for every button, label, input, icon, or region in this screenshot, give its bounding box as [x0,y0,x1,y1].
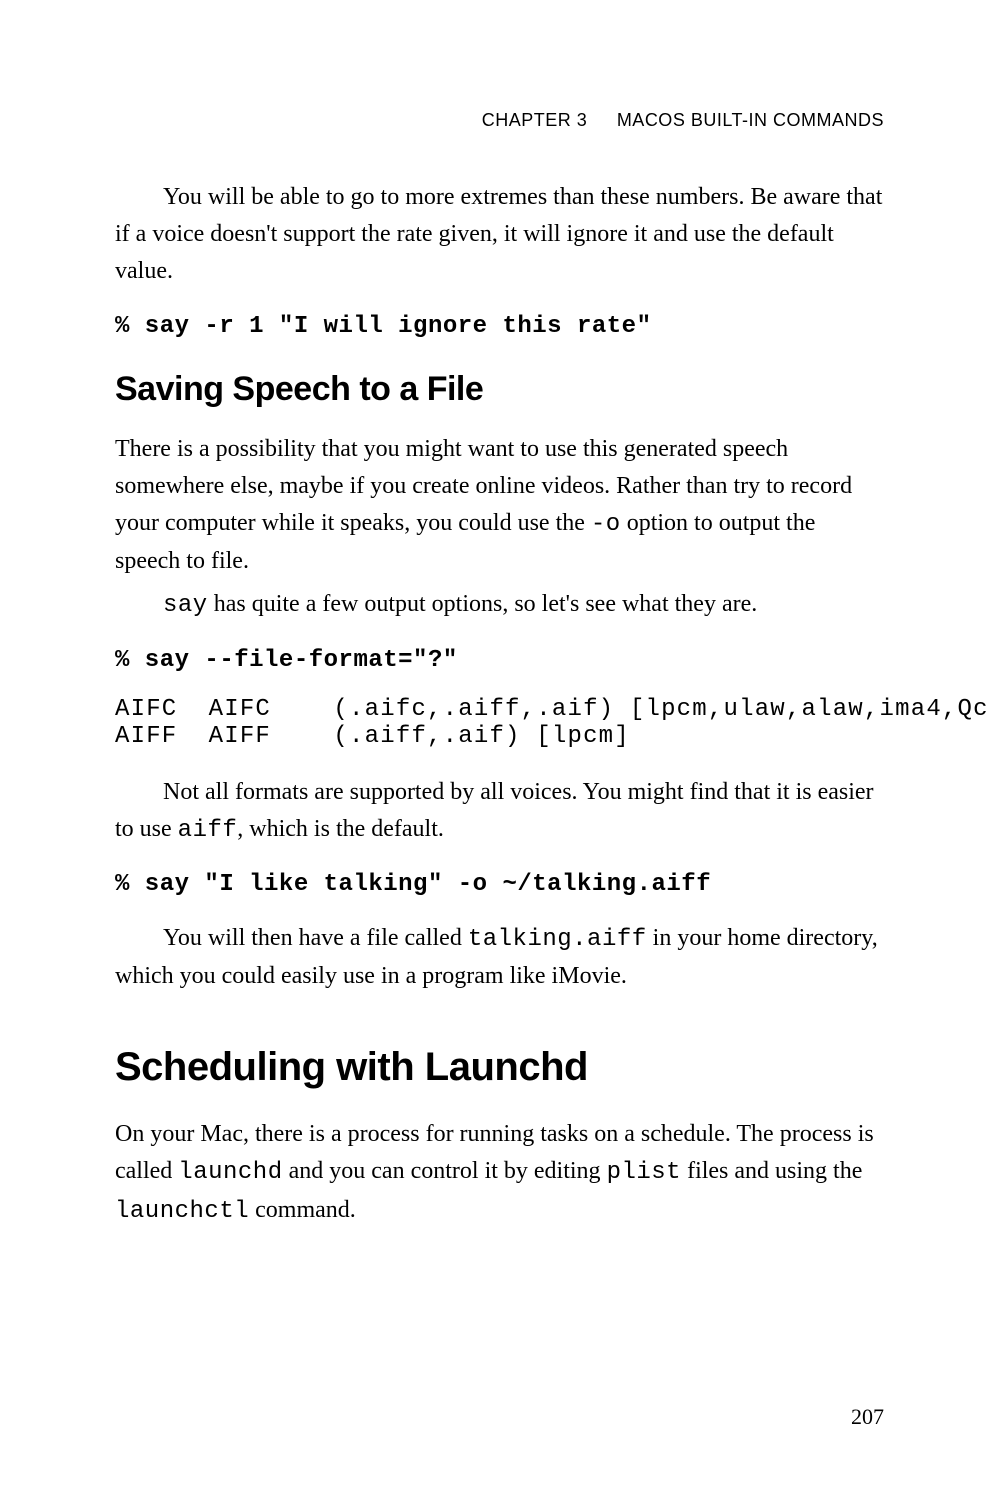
book-page: CHAPTER 3 MACOS BUILT-IN COMMANDS You wi… [0,0,989,1500]
body-paragraph: You will be able to go to more extremes … [115,179,884,291]
code-command: % say --file-format="?" [115,647,884,674]
section-heading: Saving Speech to a File [115,370,884,409]
code-output-line: AIFF AIFF (.aiff,.aif) [lpcm] [115,723,884,750]
code-command: % say "I like talking" -o ~/talking.aiff [115,871,884,898]
body-paragraph: You will then have a file called talking… [115,920,884,995]
text-run: , which is the default. [237,816,444,842]
body-paragraph: There is a possibility that you might wa… [115,431,884,581]
text-run: has quite a few output options, so let's… [208,591,758,617]
body-paragraph: On your Mac, there is a process for runn… [115,1116,884,1230]
text-run: files and using the [681,1158,862,1184]
body-paragraph: Not all formats are supported by all voi… [115,774,884,849]
text-run: You will then have a file called [163,925,468,951]
running-header: CHAPTER 3 MACOS BUILT-IN COMMANDS [115,110,884,131]
inline-code: launchctl [115,1198,249,1225]
code-output-line: AIFC AIFC (.aifc,.aiff,.aif) [lpcm,ulaw,… [115,696,884,723]
code-block: % say --file-format="?" AIFC AIFC (.aifc… [115,647,884,750]
text-run: and you can control it by editing [283,1158,607,1184]
inline-code: talking.aiff [468,926,647,953]
body-paragraph: say has quite a few output options, so l… [115,586,884,624]
inline-code: plist [607,1159,682,1186]
chapter-title: MACOS BUILT-IN COMMANDS [617,110,884,130]
text-run: command. [249,1197,356,1223]
code-command: % say -r 1 "I will ignore this rate" [115,313,884,340]
chapter-number: CHAPTER 3 [482,110,588,130]
inline-code: -o [591,511,621,538]
inline-code: say [163,592,208,619]
inline-code: launchd [178,1159,282,1186]
page-number: 207 [851,1404,884,1430]
inline-code: aiff [178,817,238,844]
section-heading: Scheduling with Launchd [115,1045,884,1090]
